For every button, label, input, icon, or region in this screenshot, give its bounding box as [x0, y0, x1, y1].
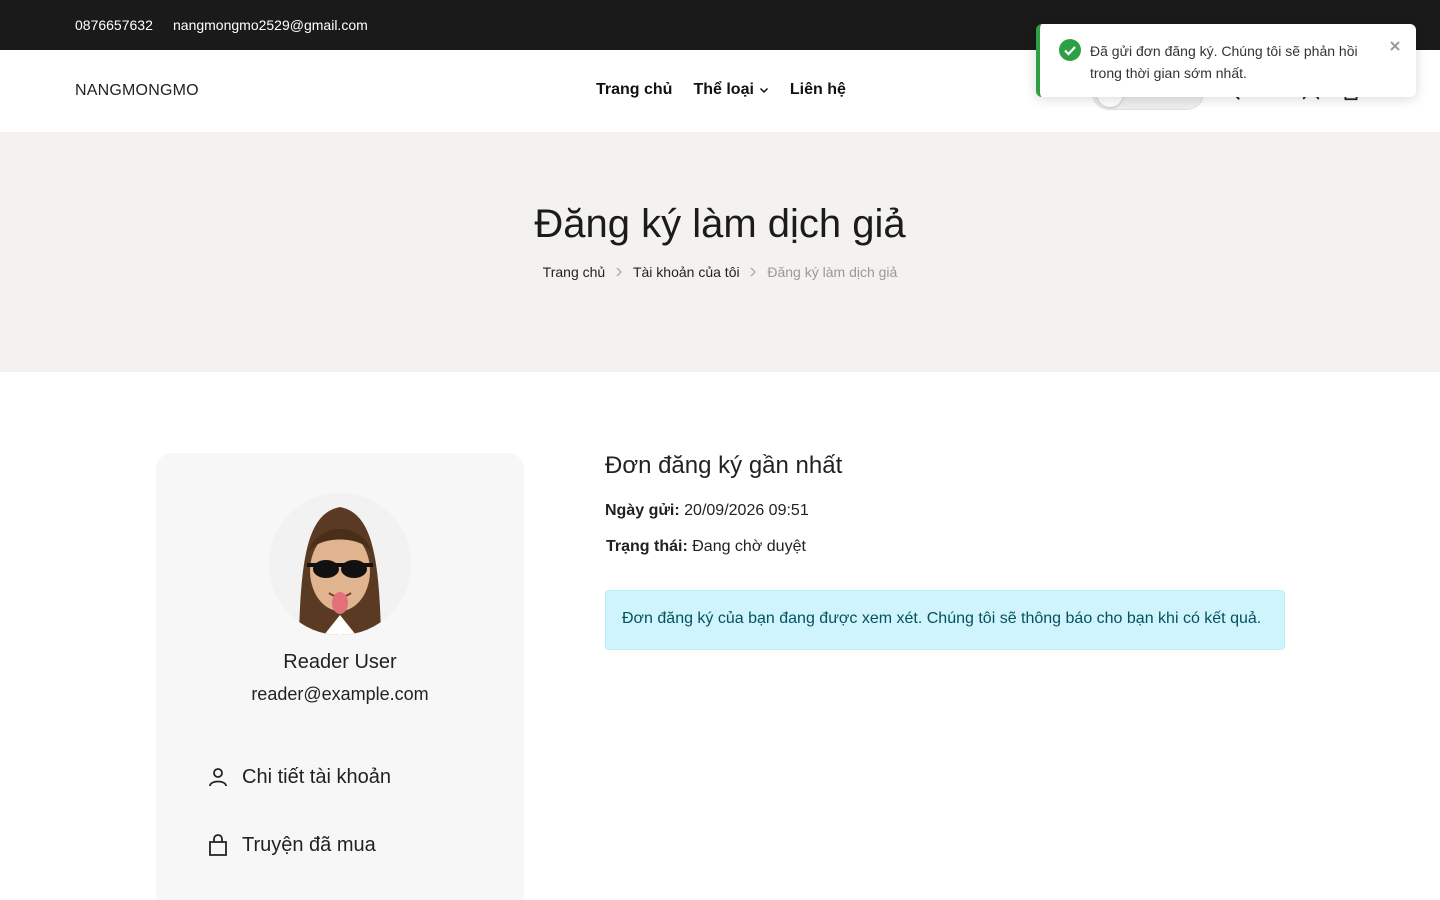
submission-date-label: Ngày gửi: — [605, 502, 680, 519]
menu-account-details[interactable]: Chi tiết tài khoản — [206, 765, 391, 789]
user-icon — [209, 768, 227, 787]
application-panel: Đơn đăng ký gần nhất Ngày gửi: 20/09/202… — [605, 452, 1285, 650]
nav-contact[interactable]: Liên hệ — [790, 81, 846, 99]
submission-date: Ngày gửi: 20/09/2026 09:51 — [605, 502, 809, 520]
nav-contact-label: Liên hệ — [789, 81, 846, 98]
menu-purchased-stories[interactable]: Truyện đã mua — [206, 833, 376, 857]
review-notice: Đơn đăng ký của bạn đang được xem xét. C… — [605, 590, 1285, 650]
nav-categories[interactable]: Thể loại — [693, 81, 768, 99]
profile-card: Reader User reader@example.com Chi tiết … — [156, 453, 524, 900]
profile-email: reader@example.com — [251, 684, 429, 704]
application-heading: Đơn đăng ký gần nhất — [605, 452, 843, 479]
breadcrumb: Trang chủ Tài khoản của tôi Đăng ký làm … — [0, 263, 1440, 280]
profile-name: Reader User — [283, 651, 397, 673]
menu-purchased-stories-label: Truyện đã mua — [242, 833, 376, 856]
submission-date-value: 20/09/2026 09:51 — [684, 502, 809, 519]
nav-home[interactable]: Trang chủ — [596, 81, 672, 99]
chevron-right-icon — [616, 267, 622, 277]
page-hero: Đăng ký làm dịch giả Trang chủ Tài khoản… — [0, 132, 1440, 372]
application-status: Trạng thái: Đang chờ duyệt — [606, 538, 806, 556]
avatar-image — [269, 493, 411, 635]
success-toast: Đã gửi đơn đăng ký. Chúng tôi sẽ phản hồ… — [1036, 24, 1416, 97]
breadcrumb-separator — [749, 264, 757, 280]
nav-home-label: Trang chủ — [596, 81, 673, 98]
avatar — [269, 493, 411, 635]
chevron-down-icon — [759, 87, 768, 94]
contact-email[interactable]: nangmongmo2529@gmail.com — [173, 17, 368, 33]
menu-account-details-label: Chi tiết tài khoản — [242, 765, 391, 788]
status-value: Đang chờ duyệt — [692, 538, 806, 555]
check-circle-icon — [1059, 39, 1081, 61]
main-nav: Trang chủ Thể loại Liên hệ — [596, 81, 846, 99]
breadcrumb-account[interactable]: Tài khoản của tôi — [633, 264, 740, 280]
status-label: Trạng thái: — [606, 538, 688, 555]
close-icon[interactable] — [1388, 39, 1402, 53]
breadcrumb-separator — [615, 264, 623, 280]
contact-phone[interactable]: 0876657632 — [75, 17, 153, 33]
toast-message: Đã gửi đơn đăng ký. Chúng tôi sẽ phản hồ… — [1090, 43, 1358, 81]
breadcrumb-current: Đăng ký làm dịch giả — [767, 264, 898, 281]
shopping-bag-icon — [209, 834, 227, 856]
site-logo[interactable]: NANGMONGMO — [75, 82, 199, 100]
nav-categories-label: Thể loại — [693, 81, 754, 98]
chevron-right-icon — [751, 267, 757, 277]
breadcrumb-home[interactable]: Trang chủ — [543, 264, 606, 280]
page-title: Đăng ký làm dịch giả — [534, 202, 906, 246]
